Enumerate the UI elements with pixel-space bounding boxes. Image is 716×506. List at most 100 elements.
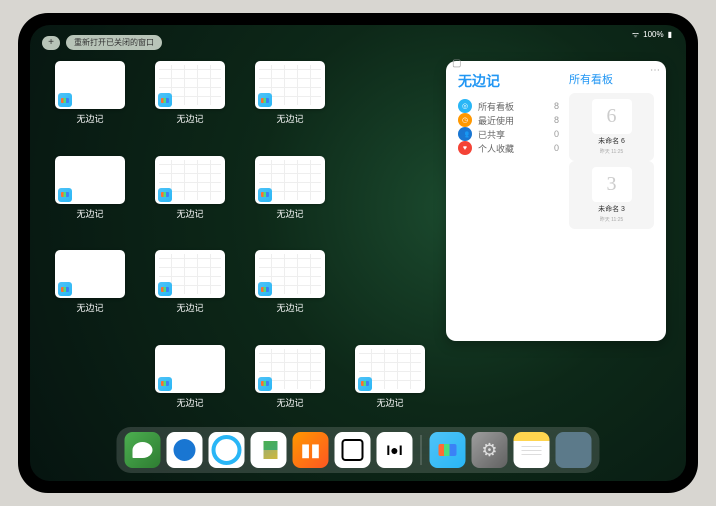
freeform-app-icon: [258, 93, 272, 107]
dock-books-icon[interactable]: ▮▮: [293, 432, 329, 468]
window-label: 无边记: [76, 112, 103, 125]
category-count: 0: [554, 143, 559, 153]
top-bar: + 重新打开已关闭的窗口: [42, 35, 162, 50]
dock-quark-icon[interactable]: [167, 432, 203, 468]
screen: ᯤ 100% ▮ + 重新打开已关闭的窗口 无边记无边记无边记无边记无边记无边记…: [30, 25, 686, 481]
sidebar-item[interactable]: 👥 已共享 0: [458, 127, 559, 141]
battery-icon: ▮: [668, 30, 672, 39]
board-preview: 3: [592, 167, 632, 202]
window-thumbnail: [255, 156, 325, 204]
window-label: 无边记: [176, 396, 203, 409]
dock-app-library-icon[interactable]: [556, 432, 592, 468]
dock-settings-icon[interactable]: ⚙: [472, 432, 508, 468]
widget-icon: ▢: [452, 58, 461, 69]
freeform-app-icon: [258, 282, 272, 296]
window-label: 无边记: [76, 301, 103, 314]
app-window[interactable]: 无边记: [150, 250, 230, 331]
freeform-app-icon: [58, 188, 72, 202]
app-window[interactable]: 无边记: [150, 345, 230, 426]
window-thumbnail: [255, 345, 325, 393]
status-bar: ᯤ 100% ▮: [632, 29, 672, 40]
app-window[interactable]: 无边记: [250, 61, 330, 142]
window-thumbnail: [255, 61, 325, 109]
category-icon: ♥: [458, 141, 472, 155]
freeform-app-icon: [158, 93, 172, 107]
board-item[interactable]: 6 未命名 6 昨天 11:25: [569, 93, 654, 161]
freeform-app-icon: [258, 377, 272, 391]
category-label: 最近使用: [478, 114, 514, 127]
window-label: 无边记: [276, 301, 303, 314]
window-thumbnail: [155, 156, 225, 204]
window-thumbnail: [55, 61, 125, 109]
dock-wechat-icon[interactable]: [125, 432, 161, 468]
category-count: 8: [554, 101, 559, 111]
freeform-app-icon: [258, 188, 272, 202]
window-label: 无边记: [76, 207, 103, 220]
window-thumbnail: [155, 250, 225, 298]
sidebar-item[interactable]: ♥ 个人收藏 0: [458, 141, 559, 155]
app-window[interactable]: 无边记: [150, 156, 230, 237]
sidebar-item[interactable]: ◷ 最近使用 8: [458, 113, 559, 127]
window-label: 无边记: [376, 396, 403, 409]
category-icon: ◷: [458, 113, 472, 127]
reopen-closed-window-button[interactable]: 重新打开已关闭的窗口: [66, 35, 162, 50]
window-grid: 无边记无边记无边记无边记无边记无边记无边记无边记无边记无边记无边记无边记: [50, 61, 430, 425]
category-label: 已共享: [478, 128, 505, 141]
category-count: 8: [554, 115, 559, 125]
app-window[interactable]: 无边记: [50, 250, 130, 331]
window-label: 无边记: [276, 396, 303, 409]
category-label: 个人收藏: [478, 142, 514, 155]
widget-title: 无边记: [458, 71, 559, 91]
app-window[interactable]: 无边记: [50, 156, 130, 237]
boards-title: 所有看板: [569, 71, 654, 87]
dock-browser-icon[interactable]: [209, 432, 245, 468]
board-preview: 6: [592, 99, 632, 134]
freeform-widget[interactable]: ▢ ⋯ 无边记 ◎ 所有看板 8 ◷ 最近使用 8 👥 已共享 0 ♥ 个人收藏 0 所有看板 6 未命…: [446, 61, 666, 341]
freeform-app-icon: [358, 377, 372, 391]
app-window[interactable]: 无边记: [250, 345, 330, 426]
app-window[interactable]: 无边记: [250, 156, 330, 237]
board-timestamp: 昨天 11:25: [600, 216, 624, 223]
window-thumbnail: [155, 61, 225, 109]
window-label: 无边记: [176, 301, 203, 314]
freeform-app-icon: [158, 377, 172, 391]
dock-kiwi-icon[interactable]: I●I: [377, 432, 413, 468]
board-label: 未命名 6: [598, 136, 625, 146]
battery-label: 100%: [643, 30, 663, 39]
window-label: 无边记: [176, 207, 203, 220]
dock: ▮▮ I●I ⚙: [117, 427, 600, 473]
freeform-app-icon: [58, 282, 72, 296]
freeform-app-icon: [58, 93, 72, 107]
app-window[interactable]: 无边记: [350, 345, 430, 426]
dock-freeform-icon[interactable]: [430, 432, 466, 468]
app-window[interactable]: 无边记: [150, 61, 230, 142]
board-label: 未命名 3: [598, 204, 625, 214]
window-thumbnail: [155, 345, 225, 393]
dock-divider: [421, 435, 422, 465]
window-thumbnail: [55, 156, 125, 204]
app-window[interactable]: 无边记: [250, 250, 330, 331]
dock-notes-icon[interactable]: [514, 432, 550, 468]
board-item[interactable]: 3 未命名 3 昨天 11:25: [569, 161, 654, 229]
window-thumbnail: [255, 250, 325, 298]
ipad-device: ᯤ 100% ▮ + 重新打开已关闭的窗口 无边记无边记无边记无边记无边记无边记…: [18, 13, 698, 493]
window-label: 无边记: [276, 207, 303, 220]
category-icon: ◎: [458, 99, 472, 113]
category-label: 所有看板: [478, 100, 514, 113]
freeform-app-icon: [158, 188, 172, 202]
dock-dice-icon[interactable]: [335, 432, 371, 468]
window-thumbnail: [355, 345, 425, 393]
new-window-button[interactable]: +: [42, 36, 60, 50]
wifi-icon: ᯤ: [632, 29, 639, 40]
more-icon[interactable]: ⋯: [650, 65, 660, 76]
widget-sidebar: 无边记 ◎ 所有看板 8 ◷ 最近使用 8 👥 已共享 0 ♥ 个人收藏 0: [458, 71, 559, 331]
sidebar-item[interactable]: ◎ 所有看板 8: [458, 99, 559, 113]
board-timestamp: 昨天 11:25: [600, 148, 624, 155]
widget-boards: 所有看板 6 未命名 6 昨天 11:25 3 未命名 3 昨天 11:25: [569, 71, 654, 331]
category-icon: 👥: [458, 127, 472, 141]
window-label: 无边记: [276, 112, 303, 125]
freeform-app-icon: [158, 282, 172, 296]
category-count: 0: [554, 129, 559, 139]
dock-play-store-icon[interactable]: [251, 432, 287, 468]
app-window[interactable]: 无边记: [50, 61, 130, 142]
